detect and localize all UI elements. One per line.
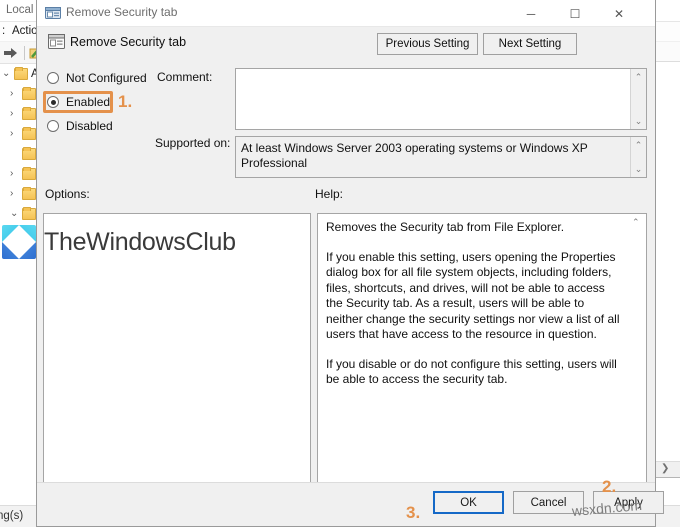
policy-list-horizontal-scrollbar[interactable]: ❯ [655, 461, 680, 477]
radio-enabled[interactable]: Enabled [47, 92, 110, 112]
folder-icon [14, 67, 28, 80]
radio-disabled[interactable]: Disabled [47, 116, 113, 136]
help-paragraph: If you disable or do not configure this … [326, 356, 617, 387]
dialog-titlebar: Remove Security tab ─ ☐ ✕ [37, 0, 655, 27]
ok-button[interactable]: OK [433, 491, 504, 514]
radio-enabled-label: Enabled [66, 95, 111, 109]
help-paragraph: If you enable this setting, users openin… [326, 249, 620, 342]
scroll-right-arrow-icon[interactable]: ❯ [661, 463, 669, 474]
options-panel[interactable] [43, 213, 311, 490]
comment-value[interactable] [236, 69, 630, 129]
menu-item-action[interactable]: Actio [12, 25, 38, 37]
radio-disabled-mark[interactable] [47, 120, 59, 132]
radio-enabled-mark[interactable] [47, 96, 59, 108]
dialog-footer: OK Cancel Apply [37, 482, 664, 526]
tree-item[interactable]: › [0, 84, 36, 104]
chevron-down-icon[interactable]: ⌄ [2, 64, 10, 84]
options-label: Options: [45, 187, 90, 201]
annotation-step-2: 2. [602, 477, 617, 496]
policy-setting-icon [48, 34, 65, 49]
comment-scrollbar[interactable]: ⌃ ⌄ [630, 69, 646, 129]
dialog-title: Remove Security tab [66, 5, 178, 19]
comment-textbox[interactable]: ⌃ ⌄ [235, 68, 647, 130]
tree-item[interactable]: ⌄ [0, 204, 36, 224]
folder-icon [22, 207, 36, 220]
help-paragraph: Removes the Security tab from File Explo… [326, 220, 565, 234]
minimize-button[interactable]: ─ [509, 0, 553, 27]
folder-icon [22, 87, 36, 100]
chevron-right-icon[interactable]: › [10, 104, 13, 124]
folder-icon [22, 107, 36, 120]
policy-list-pane [655, 42, 680, 505]
menu-item-file[interactable]: : [2, 25, 5, 37]
policy-list-column-header [655, 42, 680, 62]
radio-not-configured-label: Not Configured [66, 71, 147, 85]
chevron-right-icon[interactable]: › [10, 84, 13, 104]
radio-disabled-label: Disabled [66, 119, 113, 133]
scroll-down-arrow-icon[interactable]: ⌄ [631, 162, 646, 176]
folder-icon [22, 167, 36, 180]
policy-setting-icon [45, 5, 61, 21]
toolbar-separator [24, 46, 25, 60]
supported-on-label: Supported on: [155, 136, 231, 150]
scroll-up-arrow-icon[interactable]: ⌃ [631, 70, 646, 84]
options-content [44, 214, 310, 226]
supported-on-textbox[interactable]: At least Windows Server 2003 operating s… [235, 136, 647, 178]
scroll-up-arrow-icon[interactable]: ⌃ [631, 138, 646, 152]
tree-item[interactable]: ⌄ A [0, 64, 39, 84]
help-label: Help: [315, 187, 344, 201]
maximize-button[interactable]: ☐ [553, 0, 597, 27]
radio-not-configured[interactable]: Not Configured [47, 68, 147, 88]
radio-not-configured-mark[interactable] [47, 72, 59, 84]
help-panel[interactable]: Removes the Security tab from File Explo… [317, 213, 647, 490]
supported-on-value: At least Windows Server 2003 operating s… [236, 137, 630, 177]
chevron-right-icon[interactable]: › [10, 184, 13, 204]
tree-item[interactable]: › [0, 104, 36, 124]
supported-on-scrollbar[interactable]: ⌃ ⌄ [630, 137, 646, 177]
chevron-down-icon[interactable]: ⌄ [10, 204, 18, 224]
tree-item[interactable]: › [0, 184, 36, 204]
comment-label: Comment: [157, 70, 213, 84]
annotation-step-1: 1. [118, 92, 133, 111]
pane-divider [655, 477, 680, 478]
close-button[interactable]: ✕ [597, 0, 641, 27]
chevron-right-icon[interactable]: › [10, 164, 13, 184]
help-content: Removes the Security tab from File Explo… [318, 214, 646, 394]
scroll-down-arrow-icon[interactable]: ⌄ [631, 114, 646, 128]
folder-icon [22, 127, 36, 140]
remove-security-tab-dialog: Remove Security tab ─ ☐ ✕ Remove Securit… [36, 0, 664, 527]
scroll-up-arrow-icon[interactable]: ⌃ [632, 217, 640, 228]
setting-name-label: Remove Security tab [70, 35, 187, 49]
chevron-right-icon[interactable]: › [10, 124, 13, 144]
folder-icon [22, 147, 36, 160]
forward-arrow-icon[interactable] [3, 46, 19, 60]
dialog-header: Remove Security tab Previous Setting Nex… [37, 27, 655, 64]
tree-item[interactable]: › [0, 164, 36, 184]
next-setting-button[interactable]: Next Setting [483, 33, 577, 55]
annotation-step-3: 3. [406, 503, 421, 522]
folder-icon [22, 187, 36, 200]
previous-setting-button[interactable]: Previous Setting [377, 33, 478, 55]
help-scrollbar[interactable]: ⌃ ⌄ [629, 215, 645, 490]
statusbar-setting-count: tting(s) [0, 510, 24, 522]
cancel-button[interactable]: Cancel [513, 491, 584, 514]
tree-item[interactable]: › [0, 124, 36, 144]
tree-item[interactable] [0, 144, 36, 164]
